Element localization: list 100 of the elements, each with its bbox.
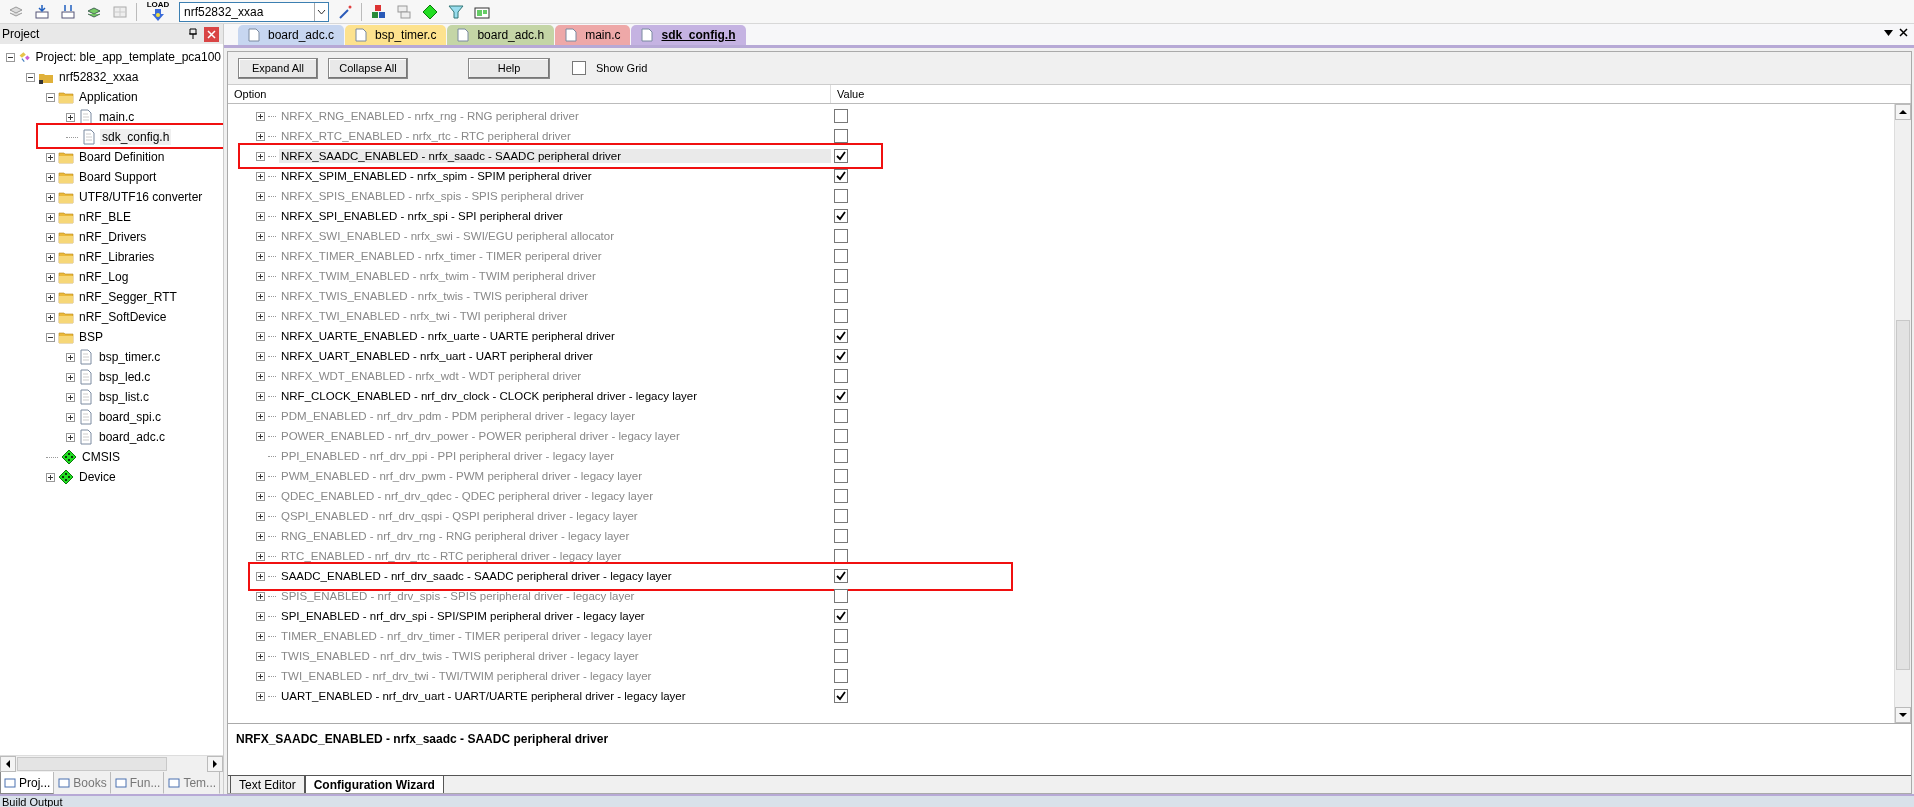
expand-toggle[interactable] bbox=[256, 651, 265, 661]
expand-toggle[interactable] bbox=[256, 591, 265, 601]
value-checkbox[interactable] bbox=[834, 369, 848, 383]
option-label[interactable]: NRFX_TWI_ENABLED - nrfx_twi - TWI peripheral driver bbox=[279, 309, 570, 323]
target-dropdown[interactable]: nrf52832_xxaa bbox=[179, 1, 329, 22]
option-label[interactable]: NRFX_UARTE_ENABLED - nrfx_uarte - UARTE peripheral driver bbox=[279, 329, 617, 343]
tree-item[interactable]: BSP bbox=[77, 329, 105, 345]
expand-toggle[interactable] bbox=[256, 131, 265, 141]
expand-toggle[interactable] bbox=[46, 232, 55, 242]
expand-toggle[interactable] bbox=[256, 391, 265, 401]
file-tab[interactable]: main.c bbox=[555, 25, 631, 45]
value-checkbox[interactable] bbox=[834, 409, 848, 423]
expand-toggle[interactable] bbox=[66, 432, 75, 442]
expand-toggle[interactable] bbox=[46, 272, 55, 282]
tree-item[interactable]: bsp_list.c bbox=[97, 389, 152, 405]
expand-toggle[interactable] bbox=[256, 571, 265, 581]
option-label[interactable]: PPI_ENABLED - nrf_drv_ppi - PPI peripheral driver - legacy layer bbox=[279, 449, 616, 463]
option-label[interactable]: NRFX_TWIS_ENABLED - nrfx_twis - TWIS peripheral driver bbox=[279, 289, 591, 303]
expand-toggle[interactable] bbox=[66, 372, 75, 382]
value-checkbox[interactable] bbox=[834, 429, 848, 443]
expand-toggle[interactable] bbox=[256, 551, 265, 561]
left-arrow-button[interactable] bbox=[0, 756, 16, 772]
option-label[interactable]: NRFX_SAADC_ENABLED - nrfx_saadc - SAADC peripheral driver bbox=[279, 149, 831, 163]
expand-toggle[interactable] bbox=[256, 351, 265, 361]
up-arrow-button[interactable] bbox=[1895, 104, 1911, 120]
tree-item[interactable]: nRF_Drivers bbox=[77, 229, 149, 245]
tree-item[interactable]: board_adc.c bbox=[97, 429, 168, 445]
expand-toggle[interactable] bbox=[256, 151, 265, 161]
option-label[interactable]: TIMER_ENABLED - nrf_drv_timer - TIMER periperal driver - legacy layer bbox=[279, 629, 655, 643]
value-checkbox[interactable] bbox=[834, 289, 848, 303]
load-button[interactable]: LOAD bbox=[143, 0, 173, 23]
value-checkbox[interactable] bbox=[834, 569, 848, 583]
value-checkbox[interactable] bbox=[834, 629, 848, 643]
value-checkbox[interactable] bbox=[834, 209, 848, 223]
horizontal-scrollbar[interactable] bbox=[0, 755, 223, 772]
expand-toggle[interactable] bbox=[256, 691, 265, 701]
collapse-toggle[interactable] bbox=[26, 72, 35, 82]
tree-item[interactable]: CMSIS bbox=[80, 449, 122, 465]
view-tab[interactable]: Configuration Wizard bbox=[304, 776, 444, 793]
tree-item[interactable]: main.c bbox=[97, 109, 137, 125]
value-checkbox[interactable] bbox=[834, 509, 848, 523]
expand-toggle[interactable] bbox=[256, 511, 265, 521]
option-label[interactable]: NRFX_SWI_ENABLED - nrfx_swi - SWI/EGU peripheral allocator bbox=[279, 229, 616, 243]
tree-item[interactable]: sdk_config.h bbox=[100, 129, 172, 145]
expand-toggle[interactable] bbox=[46, 312, 55, 322]
expand-toggle[interactable] bbox=[256, 291, 265, 301]
close-icon[interactable] bbox=[1899, 28, 1908, 37]
value-checkbox[interactable] bbox=[834, 449, 848, 463]
option-label[interactable]: SAADC_ENABLED - nrf_drv_saadc - SAADC peripheral driver - legacy layer bbox=[279, 569, 674, 583]
collapse-toggle[interactable] bbox=[46, 92, 55, 102]
tree-item[interactable]: nrf52832_xxaa bbox=[57, 69, 141, 85]
value-checkbox[interactable] bbox=[834, 689, 848, 703]
expand-toggle[interactable] bbox=[46, 472, 55, 482]
tree-item[interactable]: bsp_timer.c bbox=[97, 349, 163, 365]
file-tab[interactable]: board_adc.h bbox=[447, 25, 555, 45]
tree-item[interactable]: nRF_SoftDevice bbox=[77, 309, 169, 325]
option-label[interactable]: NRFX_TIMER_ENABLED - nrfx_timer - TIMER periperal driver bbox=[279, 249, 604, 263]
value-checkbox[interactable] bbox=[834, 529, 848, 543]
value-checkbox[interactable] bbox=[834, 389, 848, 403]
expand-toggle[interactable] bbox=[46, 152, 55, 162]
value-checkbox[interactable] bbox=[834, 549, 848, 563]
dropdown-icon[interactable] bbox=[1884, 29, 1893, 36]
expand-toggle[interactable] bbox=[66, 112, 75, 122]
value-checkbox[interactable] bbox=[834, 169, 848, 183]
expand-toggle[interactable] bbox=[256, 331, 265, 341]
tree-item[interactable]: bsp_led.c bbox=[97, 369, 153, 385]
expand-toggle[interactable] bbox=[256, 111, 265, 121]
expand-toggle[interactable] bbox=[66, 352, 75, 362]
option-label[interactable]: SPI_ENABLED - nrf_drv_spi - SPI/SPIM peripheral driver - legacy layer bbox=[279, 609, 647, 623]
option-label[interactable]: NRF_CLOCK_ENABLED - nrf_drv_clock - CLOCK peripheral driver - legacy layer bbox=[279, 389, 700, 403]
option-label[interactable]: NRFX_SPIS_ENABLED - nrfx_spis - SPIS peripheral driver bbox=[279, 189, 586, 203]
tree-item[interactable]: Board Definition bbox=[77, 149, 167, 165]
right-arrow-button[interactable] bbox=[207, 756, 223, 772]
expand-toggle[interactable] bbox=[46, 172, 55, 182]
expand-toggle[interactable] bbox=[256, 371, 265, 381]
value-checkbox[interactable] bbox=[834, 609, 848, 623]
toolbar-button[interactable]: Expand All bbox=[238, 57, 318, 79]
option-label[interactable]: TWIS_ENABLED - nrf_drv_twis - TWIS peripheral driver - legacy layer bbox=[279, 649, 641, 663]
value-checkbox[interactable] bbox=[834, 149, 848, 163]
value-checkbox[interactable] bbox=[834, 649, 848, 663]
option-label[interactable]: QDEC_ENABLED - nrf_drv_qdec - QDEC peripheral driver - legacy layer bbox=[279, 489, 655, 503]
toolbar-button[interactable]: Help bbox=[468, 57, 550, 79]
expand-toggle[interactable] bbox=[256, 631, 265, 641]
value-checkbox[interactable] bbox=[834, 109, 848, 123]
expand-toggle[interactable] bbox=[256, 271, 265, 281]
value-checkbox[interactable] bbox=[834, 329, 848, 343]
tree-item[interactable]: nRF_Libraries bbox=[77, 249, 157, 265]
option-label[interactable]: QSPI_ENABLED - nrf_drv_qspi - QSPI peripheral driver - legacy layer bbox=[279, 509, 640, 523]
value-checkbox[interactable] bbox=[834, 249, 848, 263]
vertical-scrollbar[interactable] bbox=[1894, 104, 1911, 723]
expand-toggle[interactable] bbox=[256, 211, 265, 221]
expand-toggle[interactable] bbox=[46, 212, 55, 222]
option-label[interactable]: NRFX_SPI_ENABLED - nrfx_spi - SPI peripheral driver bbox=[279, 209, 565, 223]
option-label[interactable]: PWM_ENABLED - nrf_drv_pwm - PWM peripheral driver - legacy layer bbox=[279, 469, 645, 483]
toolbar-button[interactable]: Collapse All bbox=[328, 57, 408, 79]
tree-item[interactable]: nRF_Segger_RTT bbox=[77, 289, 179, 305]
option-label[interactable]: NRFX_UART_ENABLED - nrfx_uart - UART peripheral driver bbox=[279, 349, 595, 363]
collapse-toggle[interactable] bbox=[6, 52, 15, 62]
tree-item[interactable]: UTF8/UTF16 converter bbox=[77, 189, 205, 205]
tree-item[interactable]: board_spi.c bbox=[97, 409, 164, 425]
